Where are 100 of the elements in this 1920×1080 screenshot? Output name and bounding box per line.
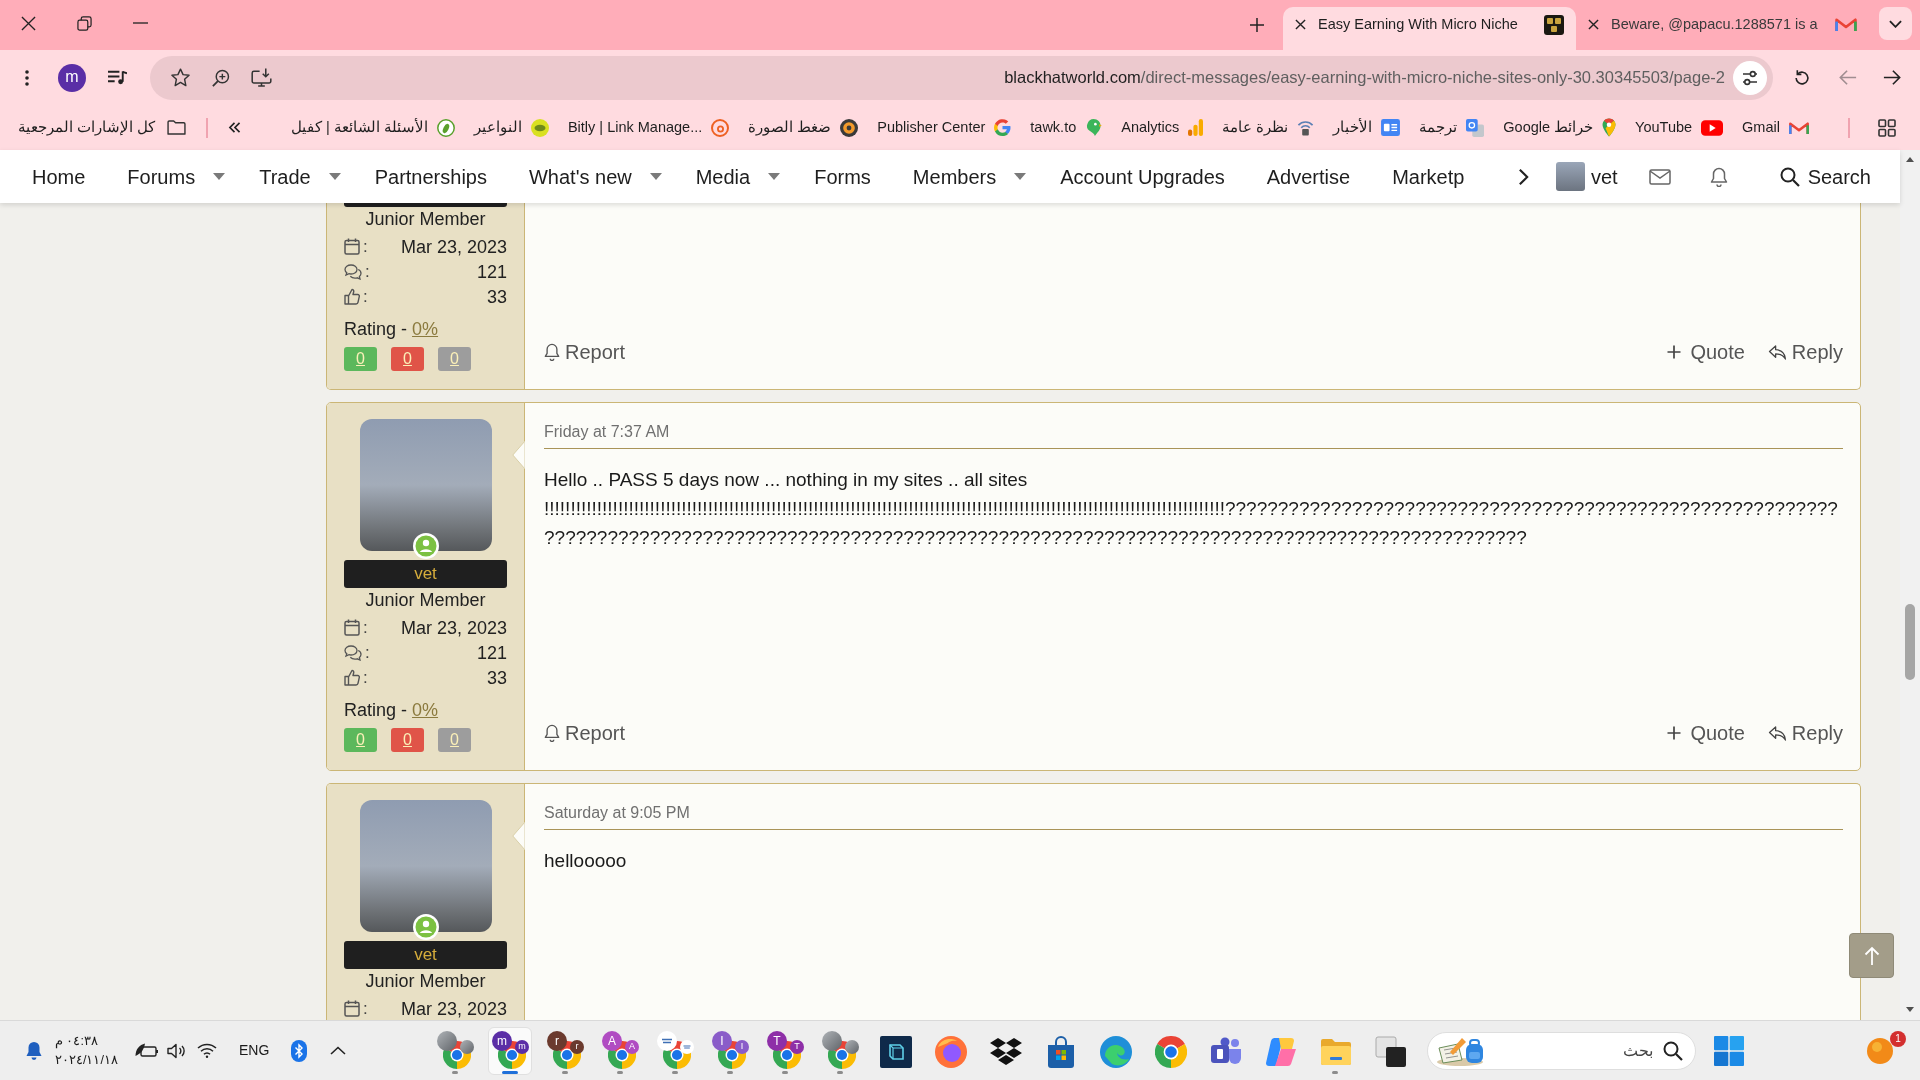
- wifi-icon[interactable]: [196, 1043, 217, 1058]
- report-link[interactable]: Report: [544, 718, 626, 748]
- post-date: Saturday at 9:05 PM: [544, 803, 690, 823]
- play-button-icon: [1701, 119, 1724, 136]
- battery-leaf-icon[interactable]: [134, 1041, 159, 1060]
- envelope-icon[interactable]: [1648, 168, 1671, 185]
- nav-link[interactable]: Trade: [238, 150, 354, 203]
- bluetooth-icon[interactable]: [291, 1039, 308, 1062]
- nav-link[interactable]: Account Upgrades: [1039, 150, 1246, 203]
- scroll-up-icon[interactable]: [1906, 157, 1914, 162]
- zoom-in-icon[interactable]: [212, 68, 230, 87]
- mail-icon: [1835, 18, 1857, 31]
- bookmark[interactable]: الأسئلة الشائعة | كفيل: [291, 112, 455, 143]
- speaker-icon[interactable]: [166, 1042, 187, 1059]
- bookmark[interactable]: الأخبار: [1333, 112, 1401, 143]
- nav-link[interactable]: Forms: [793, 150, 892, 203]
- user-rank: Junior Member: [365, 589, 486, 612]
- profile-avatar[interactable]: m: [58, 63, 86, 92]
- report-link[interactable]: Report: [544, 337, 626, 367]
- search-input[interactable]: بحث: [1498, 1037, 1653, 1064]
- bird-icon: [1085, 118, 1103, 137]
- chevron-right-icon[interactable]: [1517, 166, 1529, 187]
- quote-link[interactable]: Quote: [1667, 718, 1745, 748]
- minimize-icon[interactable]: [132, 22, 148, 24]
- bookmark[interactable]: Gmail: [1742, 112, 1809, 143]
- search-field[interactable]: بحث: [1427, 1031, 1696, 1070]
- address-bar[interactable]: blackhatworld.com/direct-messages/easy-earning-with-micro-niche-sites-only-30.30345503/page-2: [150, 55, 1773, 100]
- username-bar[interactable]: vet: [344, 941, 507, 969]
- quote-link[interactable]: Quote: [1667, 337, 1745, 367]
- bookmark[interactable]: النواعير: [473, 112, 549, 143]
- post-date: Friday at 7:37 AM: [544, 422, 670, 442]
- browser-tab[interactable]: Easy Earning With Micro Niche: [1283, 7, 1576, 50]
- close-icon[interactable]: [1588, 19, 1599, 30]
- bell-icon[interactable]: [1709, 166, 1728, 187]
- taskbar-app-button[interactable]: T T: [763, 1026, 807, 1075]
- nav-link[interactable]: Home: [11, 150, 107, 203]
- search-icon[interactable]: [1663, 1040, 1683, 1061]
- all-bookmarks-button[interactable]: كل الإشارات المرجعية: [18, 112, 187, 143]
- search-button[interactable]: Search: [1779, 161, 1871, 192]
- bookmark[interactable]: Analytics: [1121, 112, 1204, 143]
- site-settings-icon[interactable]: [1733, 60, 1767, 95]
- reply-icon: [1767, 344, 1787, 360]
- apps-grid-icon[interactable]: [1878, 118, 1896, 137]
- taskbar-app-button[interactable]: r r: [543, 1026, 587, 1075]
- playlist-icon[interactable]: [108, 70, 127, 85]
- chevron-up-icon[interactable]: [330, 1046, 347, 1055]
- browser-tab[interactable]: Beware, @papacu.1288571 is a: [1576, 7, 1869, 50]
- map-pin-icon: [1602, 118, 1617, 137]
- shopping-bag-icon: [1045, 1035, 1077, 1068]
- taskbar-app-button[interactable]: m m: [488, 1026, 532, 1075]
- close-icon[interactable]: [1295, 19, 1306, 30]
- notification-badge: 1: [1890, 1030, 1906, 1047]
- nav-link[interactable]: Marketp: [1371, 150, 1486, 203]
- profile-avatar: m: [492, 1030, 512, 1051]
- nav-link[interactable]: Members: [891, 150, 1040, 203]
- bookmark[interactable]: ضغط الصورة: [748, 112, 859, 143]
- calendar-icon: [344, 1000, 360, 1017]
- leaf-circle-icon: [436, 118, 455, 137]
- reply-link[interactable]: Reply: [1767, 337, 1843, 367]
- url-text[interactable]: blackhatworld.com/direct-messages/easy-earning-with-micro-niche-sites-only-30.30345503/page-2: [1004, 65, 1725, 90]
- reload-icon[interactable]: [1793, 68, 1811, 87]
- plus-icon[interactable]: [1250, 17, 1264, 32]
- install-icon[interactable]: [251, 68, 272, 87]
- tab-search-button[interactable]: [1879, 7, 1912, 40]
- notification-bell-icon[interactable]: [25, 1040, 43, 1061]
- nav-link[interactable]: Forums: [106, 150, 239, 203]
- badge-circle-icon: [840, 118, 859, 137]
- bookmark[interactable]: Bitly | Link Manage...: [567, 112, 730, 143]
- user-menu-button[interactable]: vet: [1555, 161, 1618, 192]
- username-bar[interactable]: vet: [344, 560, 507, 588]
- diamonds-icon: [990, 1035, 1022, 1068]
- bookmark[interactable]: ترجمة: [1419, 112, 1485, 143]
- bookmark[interactable]: tawk.to: [1030, 112, 1103, 143]
- calendar-icon: [344, 238, 360, 255]
- nav-link[interactable]: What's new: [507, 150, 675, 203]
- nav-link[interactable]: Partnerships: [353, 150, 508, 203]
- close-icon[interactable]: [20, 15, 36, 31]
- star-icon[interactable]: [171, 68, 190, 87]
- round-app-icon[interactable]: [1867, 1037, 1893, 1064]
- four-panes-icon[interactable]: [1714, 1035, 1744, 1066]
- bookmark[interactable]: نظرة عامة: [1222, 112, 1315, 143]
- bookmark[interactable]: YouTube: [1635, 112, 1724, 143]
- taskbar-app-button[interactable]: I I: [708, 1026, 752, 1075]
- nav-link[interactable]: Media: [674, 150, 794, 203]
- language-indicator[interactable]: ENG: [238, 1040, 270, 1061]
- colon-separator: :: [363, 668, 368, 687]
- bookmark[interactable]: خرائط Google: [1503, 112, 1617, 143]
- colon-separator: :: [363, 237, 368, 256]
- nav-link[interactable]: Advertise: [1245, 150, 1372, 203]
- scroll-down-icon[interactable]: [1906, 1007, 1914, 1012]
- menu-icon[interactable]: [25, 69, 29, 86]
- taskbar-app-button[interactable]: A A: [598, 1026, 642, 1075]
- reply-link[interactable]: Reply: [1767, 718, 1843, 748]
- scroll-to-top-button[interactable]: [1849, 933, 1894, 978]
- restore-icon[interactable]: [76, 15, 92, 31]
- double-chevron-icon[interactable]: [228, 122, 242, 133]
- bookmark[interactable]: Publisher Center: [877, 112, 1012, 143]
- scrollbar-thumb[interactable]: [1905, 604, 1915, 680]
- right-arrow-icon[interactable]: [1883, 69, 1901, 86]
- reply-icon: [1767, 725, 1787, 741]
